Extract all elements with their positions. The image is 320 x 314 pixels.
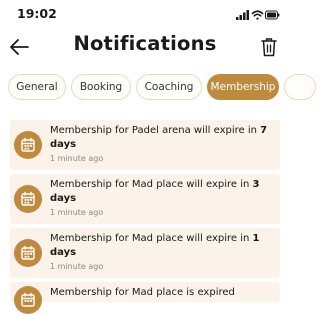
status-bar: 19:02 xyxy=(0,0,290,30)
calendar-icon xyxy=(14,185,42,213)
notification-text: Membership for Mad place will expire in … xyxy=(50,178,278,218)
notification-time: 1 minute ago xyxy=(50,208,104,217)
notification-message: Membership for Mad place will expire in xyxy=(50,179,250,190)
notification-time: 1 minute ago xyxy=(50,262,104,271)
status-time: 19:02 xyxy=(17,6,57,21)
battery-icon xyxy=(265,10,280,20)
header: Notifications xyxy=(0,30,290,68)
wifi-icon xyxy=(251,10,264,20)
tab-general[interactable]: General xyxy=(8,74,66,100)
page-title: Notifications xyxy=(73,32,217,55)
notification-message: Membership for Mad place will expire in xyxy=(50,233,250,244)
calendar-icon xyxy=(14,286,42,314)
notification-item[interactable]: Membership for Mad place will expire in … xyxy=(10,228,280,278)
notification-message: Membership for Mad place is expired xyxy=(50,287,235,298)
tab-partial[interactable] xyxy=(284,74,316,100)
trash-icon[interactable] xyxy=(260,36,278,58)
notification-item[interactable]: Membership for Padel arena will expire i… xyxy=(10,120,280,170)
category-tabs: General Booking Coaching Membership xyxy=(8,74,316,100)
status-icons xyxy=(236,10,280,20)
signal-icon xyxy=(236,10,249,20)
notification-text: Membership for Mad place is expired xyxy=(50,286,278,300)
notification-time: 1 minute ago xyxy=(50,154,104,163)
notification-item[interactable]: Membership for Mad place will expire in … xyxy=(10,174,280,224)
notification-item[interactable]: Membership for Mad place is expired xyxy=(10,282,280,314)
tab-membership[interactable]: Membership xyxy=(207,74,279,100)
tab-coaching[interactable]: Coaching xyxy=(136,74,202,100)
notification-text: Membership for Padel arena will expire i… xyxy=(50,124,278,164)
notification-text: Membership for Mad place will expire in … xyxy=(50,232,278,272)
tab-booking[interactable]: Booking xyxy=(71,74,131,100)
calendar-icon xyxy=(14,239,42,267)
calendar-icon xyxy=(14,131,42,159)
notification-message: Membership for Padel arena will expire i… xyxy=(50,125,257,136)
